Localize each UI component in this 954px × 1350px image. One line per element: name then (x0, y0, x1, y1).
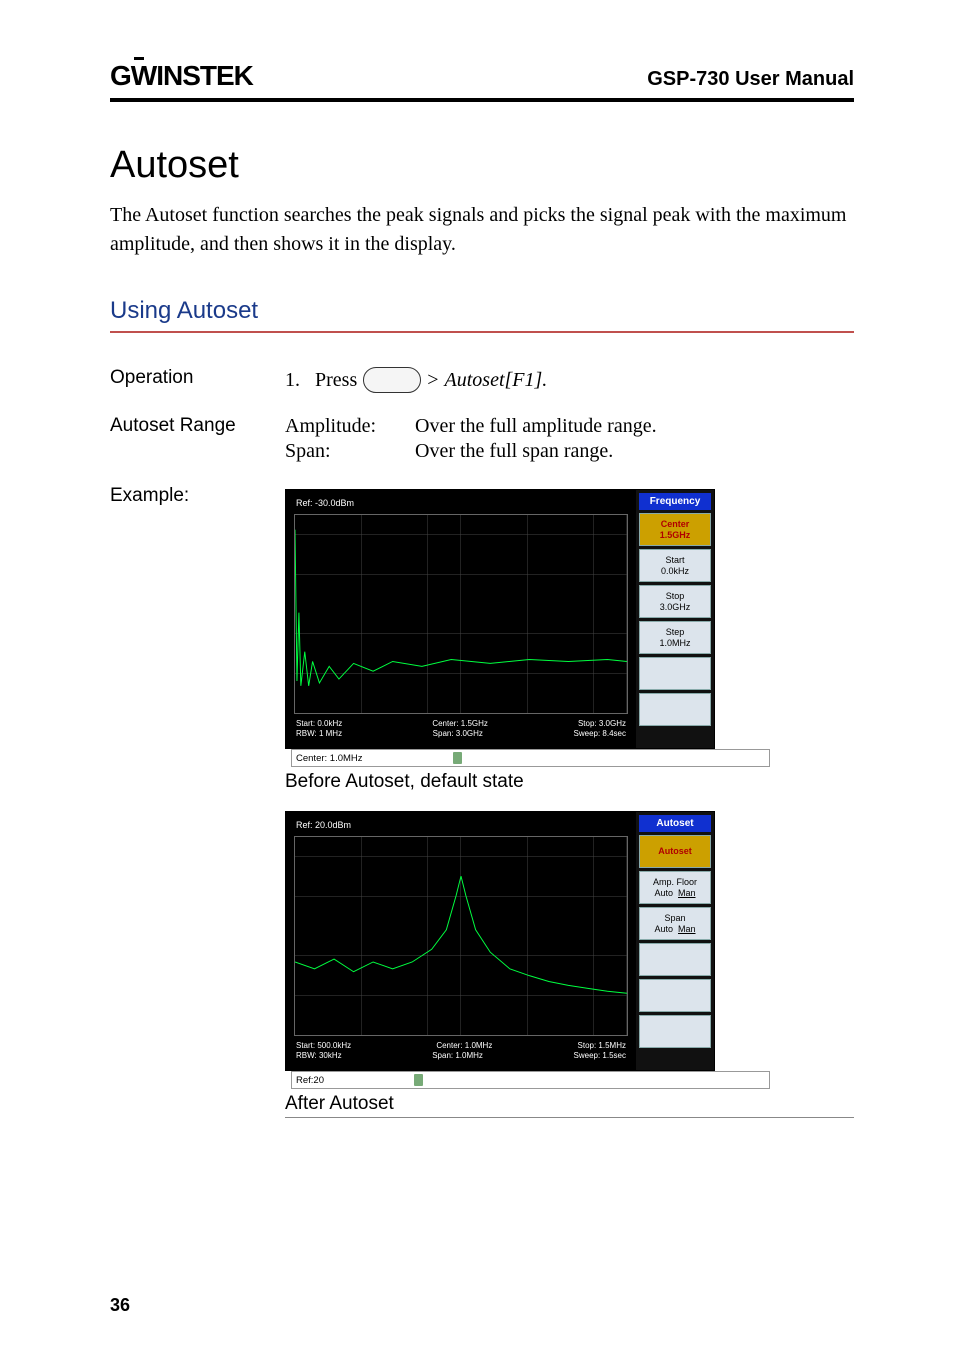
amp-floor-mode: Auto Man (642, 888, 708, 898)
autoset-key-icon (363, 367, 421, 393)
plot-area-after: Ref: 20.0dBm Start: 500.0kHz Center: 1.0… (292, 818, 630, 1064)
page-header: GWINSTEK GSP-730 User Manual (110, 60, 854, 102)
trace-line (295, 837, 627, 1023)
plot-bottom-1: Start: 0.0kHz Center: 1.5GHz Stop: 3.0GH… (296, 719, 626, 728)
menu-btn-amp-floor[interactable]: Amp. Floor Auto Man (639, 871, 711, 904)
caption-before: Before Autoset, default state (285, 771, 854, 793)
plot-bottom-2: RBW: 30kHz Span: 1.0MHz Sweep: 1.5sec (296, 1051, 626, 1060)
press-text: Press (315, 369, 357, 392)
menu-title: Autoset (639, 815, 711, 832)
menu-btn-empty (639, 979, 711, 1012)
menu-btn-stop[interactable]: Stop 3.0GHz (639, 585, 711, 618)
autoset-range-label: Autoset Range (110, 415, 285, 437)
brand-logo: GWINSTEK (110, 60, 253, 92)
screenshot-before: Ref: -30.0dBm Start: 0.0kHz Center: 1.5G… (285, 489, 715, 749)
plot-area-before: Ref: -30.0dBm Start: 0.0kHz Center: 1.5G… (292, 496, 630, 742)
status-bar-after: Ref:20 (291, 1071, 770, 1089)
usb-icon (453, 752, 462, 764)
example-label: Example: (110, 485, 285, 507)
manual-title: GSP-730 User Manual (647, 68, 854, 91)
plot-bottom-2: RBW: 1 MHz Span: 3.0GHz Sweep: 8.4sec (296, 729, 626, 738)
caption-after: After Autoset (285, 1093, 854, 1115)
ref-level: Ref: -30.0dBm (296, 498, 354, 508)
menu-btn-autoset[interactable]: Autoset (639, 835, 711, 868)
intro-paragraph: The Autoset function searches the peak s… (110, 201, 854, 259)
step-number: 1. (285, 369, 309, 392)
page-number: 36 (110, 1295, 130, 1316)
menu-btn-empty (639, 1015, 711, 1048)
range-key: Span: (285, 440, 415, 463)
side-menu-frequency: Frequency Center 1.5GHz Start 0.0kHz Sto… (636, 490, 714, 748)
divider (285, 1117, 854, 1118)
range-val: Over the full amplitude range. (415, 415, 854, 438)
range-val: Over the full span range. (415, 440, 854, 463)
operation-row: Operation 1. Press > Autoset[F1]. (110, 367, 854, 393)
range-key: Amplitude: (285, 415, 415, 438)
section-heading: Using Autoset (110, 297, 854, 333)
trace-line (295, 515, 627, 701)
gt-text: > (427, 369, 438, 392)
menu-btn-span[interactable]: Span Auto Man (639, 907, 711, 940)
example-content: Ref: -30.0dBm Start: 0.0kHz Center: 1.5G… (285, 489, 854, 1118)
status-bar-before: Center: 1.0MHz (291, 749, 770, 767)
autoset-action: Autoset[F1]. (445, 369, 548, 392)
autoset-range-content: Amplitude: Over the full amplitude range… (285, 415, 854, 463)
menu-btn-empty (639, 693, 711, 726)
span-mode: Auto Man (642, 924, 708, 934)
menu-btn-start[interactable]: Start 0.0kHz (639, 549, 711, 582)
operation-label: Operation (110, 367, 285, 389)
autoset-range-row: Autoset Range Amplitude: Over the full a… (110, 415, 854, 463)
menu-btn-empty (639, 657, 711, 690)
operation-content: 1. Press > Autoset[F1]. (285, 367, 854, 393)
screenshot-after: Ref: 20.0dBm Start: 500.0kHz Center: 1.0… (285, 811, 715, 1071)
page-title: Autoset (110, 144, 854, 187)
side-menu-autoset: Autoset Autoset Amp. Floor Auto Man Span… (636, 812, 714, 1070)
menu-btn-center[interactable]: Center 1.5GHz (639, 513, 711, 546)
plot-bottom-1: Start: 500.0kHz Center: 1.0MHz Stop: 1.5… (296, 1041, 626, 1050)
menu-btn-step[interactable]: Step 1.0MHz (639, 621, 711, 654)
example-row: Example: Ref: -30.0dBm Start: 0.0kHz Cen… (110, 485, 854, 1118)
menu-btn-empty (639, 943, 711, 976)
plot-grid (294, 514, 628, 714)
plot-grid (294, 836, 628, 1036)
ref-level: Ref: 20.0dBm (296, 820, 351, 830)
usb-icon (414, 1074, 423, 1086)
menu-title: Frequency (639, 493, 711, 510)
